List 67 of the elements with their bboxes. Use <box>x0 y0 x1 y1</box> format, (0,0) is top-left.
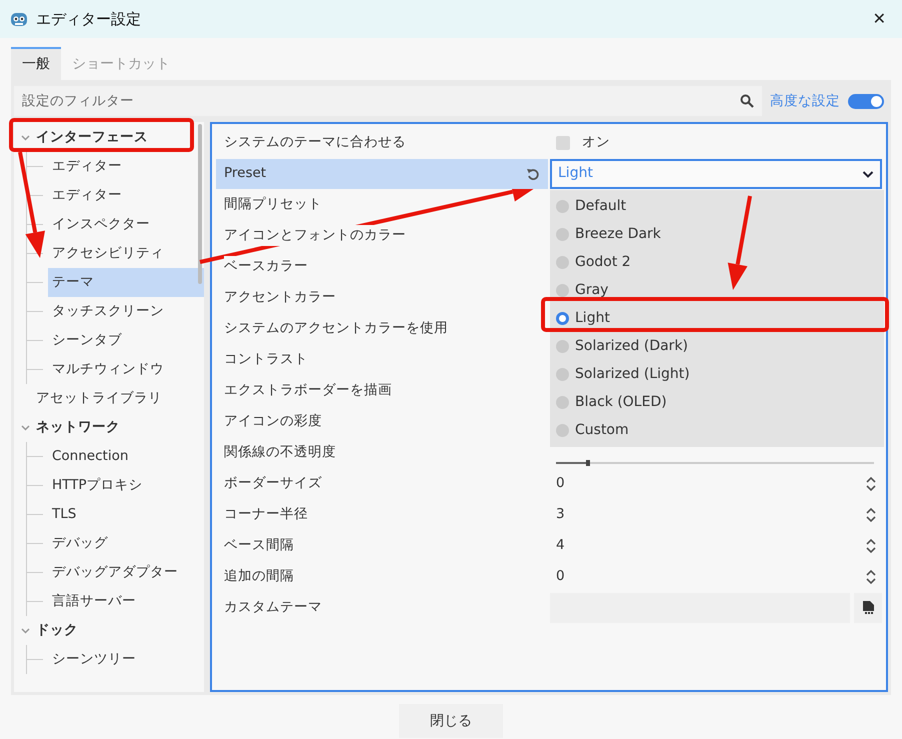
search-icon <box>740 94 754 108</box>
chevron-down-icon <box>862 168 874 178</box>
filter-field[interactable]: 設定のフィルター <box>14 86 762 116</box>
radio-button[interactable] <box>556 312 569 324</box>
close-dialog-button[interactable]: 閉じる <box>399 704 503 738</box>
app-icon <box>10 10 28 28</box>
tree-item[interactable]: Connection <box>48 442 204 471</box>
tree-item[interactable]: ドック <box>36 616 204 645</box>
number-field[interactable]: 0 <box>556 473 882 494</box>
checkbox-label: オン <box>582 133 610 152</box>
tree-item[interactable]: エディター <box>48 152 204 181</box>
number-field[interactable]: 3 <box>556 504 882 525</box>
spin-arrows-icon[interactable] <box>866 538 876 554</box>
menu-item[interactable]: Godot 2 <box>550 248 884 276</box>
tree-item[interactable]: エディター <box>48 181 204 210</box>
menu-item[interactable]: Solarized (Light) <box>550 360 884 388</box>
tab[interactable]: 一般 <box>11 47 61 80</box>
menu-item[interactable]: Custom <box>550 416 884 444</box>
radio-button[interactable] <box>556 396 569 408</box>
tree-item[interactable]: インターフェース <box>36 123 204 152</box>
chevron-down-icon[interactable] <box>21 133 30 142</box>
spin-arrows-icon[interactable] <box>866 568 876 584</box>
tree-item[interactable]: テーマ <box>48 268 204 297</box>
tree-item[interactable]: アセットライブラリ <box>36 384 204 413</box>
tree-item[interactable]: マルチウィンドウ <box>48 355 204 384</box>
spin-arrows-icon[interactable] <box>866 476 876 492</box>
tree-item[interactable]: インスペクター <box>48 210 204 239</box>
checkbox[interactable] <box>556 136 570 150</box>
close-button[interactable]: ✕ <box>866 7 892 31</box>
menu-item[interactable]: Breeze Dark <box>550 220 884 248</box>
advanced-toggle[interactable] <box>848 94 884 108</box>
radio-button[interactable] <box>556 424 569 436</box>
tree-item[interactable]: HTTPプロキシ <box>48 471 204 500</box>
number-field[interactable]: 4 <box>556 535 882 556</box>
spin-arrows-icon[interactable] <box>866 506 876 522</box>
menu-item[interactable]: Gray <box>550 276 884 304</box>
file-button[interactable] <box>854 592 882 622</box>
menu-item[interactable]: Light <box>550 304 884 332</box>
tree-item[interactable]: シーンツリー <box>48 645 204 674</box>
revert-icon[interactable] <box>526 166 540 180</box>
radio-button[interactable] <box>556 340 569 352</box>
preset-dropdown[interactable]: Light <box>550 158 882 188</box>
radio-button[interactable] <box>556 256 569 268</box>
chevron-down-icon[interactable] <box>21 626 30 635</box>
tree-item[interactable]: デバッグアダプター <box>48 558 204 587</box>
tree-item[interactable]: シーンタブ <box>48 326 204 355</box>
tree-item[interactable]: アクセシビリティ <box>48 239 204 268</box>
number-field[interactable]: 0 <box>556 566 882 587</box>
file-icon <box>862 601 874 614</box>
radio-button[interactable] <box>556 368 569 380</box>
window-title: エディター設定 <box>36 8 141 30</box>
advanced-settings-label: 高度な設定 <box>770 92 840 111</box>
tree-item[interactable]: デバッグ <box>48 529 204 558</box>
tree-item[interactable]: タッチスクリーン <box>48 297 204 326</box>
scrollbar[interactable] <box>198 124 202 284</box>
menu-item[interactable]: Solarized (Dark) <box>550 332 884 360</box>
setting-label: アイコンとフォントのカラー <box>224 225 406 246</box>
tree-item[interactable]: TLS <box>48 500 204 529</box>
radio-button[interactable] <box>556 284 569 296</box>
radio-button[interactable] <box>556 200 569 212</box>
menu-item[interactable]: Default <box>550 192 884 220</box>
chevron-down-icon[interactable] <box>21 423 30 432</box>
slider-handle[interactable] <box>586 460 590 466</box>
tree-item[interactable]: ネットワーク <box>36 413 204 442</box>
radio-button[interactable] <box>556 228 569 240</box>
menu-item[interactable]: Black (OLED) <box>550 388 884 416</box>
tree-item[interactable]: 言語サーバー <box>48 587 204 616</box>
